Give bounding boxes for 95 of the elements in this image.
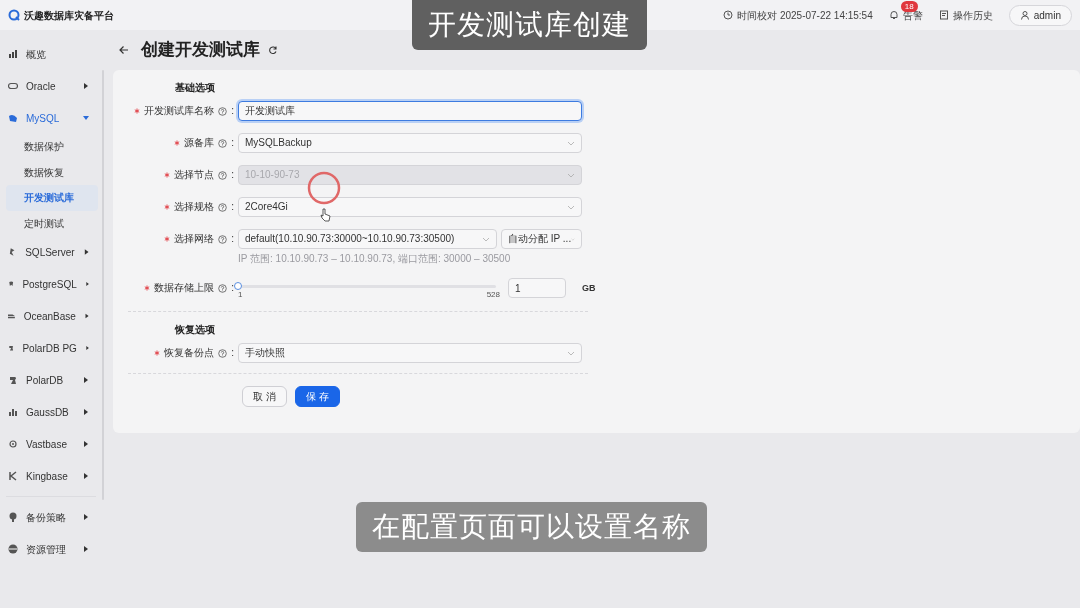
help-icon — [218, 106, 228, 116]
click-indicator-icon — [307, 171, 341, 205]
select-field[interactable]: default(10.10.90.73:30000~10.10.90.73:30500) — [238, 229, 497, 249]
hint-text: IP 范围: 10.10.90.73 – 10.10.90.73, 端口范围: 30000 – 30500 — [238, 252, 512, 266]
number-input-field[interactable]: 1 — [508, 278, 566, 298]
help-icon — [218, 348, 228, 358]
slider-max-label: 528 — [486, 289, 500, 301]
user-menu[interactable]: admin — [1008, 4, 1072, 26]
caption: 在配置页面可以设置名称 — [356, 502, 707, 552]
text-input-field[interactable]: 开发测试库 — [238, 101, 582, 121]
chevron-down-icon — [567, 139, 575, 147]
app-title: 沃趣数据库灾备平台 — [24, 8, 114, 23]
field-label: 源备库 — [184, 136, 215, 150]
bell-icon — [888, 10, 899, 20]
sidebar-item[interactable]: 备份策略 — [26, 509, 66, 525]
history-link[interactable]: 操作历史 — [952, 7, 993, 23]
sidebar-item[interactable]: 资源管理 — [26, 541, 66, 557]
label-separator: : — [231, 232, 234, 246]
sidebar-item[interactable]: 概览 — [26, 46, 46, 62]
caret-icon — [83, 312, 90, 321]
caret-icon — [82, 545, 90, 554]
sidebar-subitem[interactable]: 数据保护 — [6, 134, 98, 160]
caret-icon — [82, 408, 90, 417]
unit-label: GB — [582, 282, 596, 295]
sidebar-subitem[interactable]: 数据恢复 — [6, 159, 98, 186]
gear-icon — [8, 439, 18, 450]
page-title: 创建开发测试库 — [141, 39, 260, 62]
select-field[interactable]: 自动分配 IP ... — [501, 229, 582, 249]
save-button[interactable]: 保 存 — [294, 386, 340, 407]
refresh-icon — [268, 45, 278, 55]
sidebar-item[interactable]: PolarDB — [26, 372, 64, 388]
sidebar-item[interactable]: GaussDB — [26, 404, 69, 420]
database-icon — [8, 81, 18, 91]
cancel-button[interactable]: 取 消 — [242, 386, 287, 407]
chevron-down-icon — [567, 171, 575, 179]
slider-thumb[interactable] — [234, 282, 242, 290]
sidebar-subitem[interactable]: 定时测试 — [6, 210, 98, 237]
caret-icon — [84, 280, 90, 289]
label-separator: : — [231, 104, 234, 118]
chevron-down-icon — [567, 349, 575, 357]
bar-chart-icon — [8, 407, 18, 418]
sidebar-item[interactable]: Kingbase — [26, 468, 68, 484]
section-title: 恢复选项 — [175, 323, 216, 337]
lightbulb-icon — [8, 512, 18, 523]
section-title: 基础选项 — [175, 81, 216, 95]
help-icon — [218, 138, 228, 148]
help-icon — [218, 170, 228, 180]
clock-icon — [723, 10, 734, 20]
sidebar-item[interactable]: Oracle — [26, 78, 56, 94]
user-icon — [1019, 10, 1030, 20]
sidebar-item[interactable]: SQLServer — [25, 244, 75, 260]
caret-icon — [82, 248, 90, 257]
document-icon — [938, 10, 949, 20]
disk-icon — [8, 544, 18, 555]
back-arrow-icon — [119, 45, 129, 55]
field-label: 数据存储上限 — [154, 281, 215, 295]
label-separator: : — [231, 281, 234, 295]
label-separator: : — [231, 346, 234, 360]
field-label: 选择网络 — [174, 232, 215, 246]
caret-icon — [82, 440, 90, 449]
bar-chart-icon — [8, 49, 18, 59]
caret-icon — [82, 82, 90, 90]
label-separator: : — [231, 200, 234, 214]
label-separator: : — [231, 168, 234, 182]
sidebar-subitem[interactable]: 开发测试库 — [6, 185, 98, 211]
caret-icon — [82, 513, 90, 522]
sidebar-item[interactable]: MySQL — [26, 110, 60, 126]
field-label: 恢复备份点 — [164, 346, 215, 360]
caret-icon — [82, 376, 90, 385]
letter-k-icon — [8, 471, 18, 482]
alert-count-badge: 18 — [900, 0, 918, 12]
caret-icon — [82, 114, 90, 122]
caption: 开发测试库创建 — [412, 0, 647, 50]
hand-cursor-icon — [320, 208, 331, 222]
chevron-down-icon — [567, 203, 575, 211]
help-icon — [218, 202, 228, 212]
label-separator: : — [231, 136, 234, 150]
caret-icon — [82, 472, 90, 481]
select-field[interactable]: 2Core4Gi — [238, 197, 582, 217]
caret-icon — [84, 344, 90, 353]
sidebar-item[interactable]: OceanBase — [23, 308, 76, 324]
select-field[interactable]: 手动快照 — [238, 343, 582, 363]
slider-min-label: 1 — [238, 289, 243, 301]
field-label: 选择规格 — [174, 200, 215, 214]
logo-icon — [8, 9, 20, 21]
sidebar-item[interactable]: PostgreSQL — [22, 276, 77, 292]
time-sync-label[interactable]: 时间校对 2025-07-22 14:15:54 — [737, 7, 873, 23]
field-label: 选择节点 — [174, 168, 215, 182]
select-field[interactable]: MySQLBackup — [238, 133, 582, 153]
sidebar-item[interactable]: PolarDB PG — [22, 340, 77, 356]
field-label: 开发测试库名称 — [144, 104, 215, 118]
sidebar-item[interactable]: Vastbase — [26, 436, 67, 452]
chevron-down-icon — [482, 235, 490, 243]
help-icon — [218, 234, 228, 244]
help-icon — [218, 283, 228, 293]
